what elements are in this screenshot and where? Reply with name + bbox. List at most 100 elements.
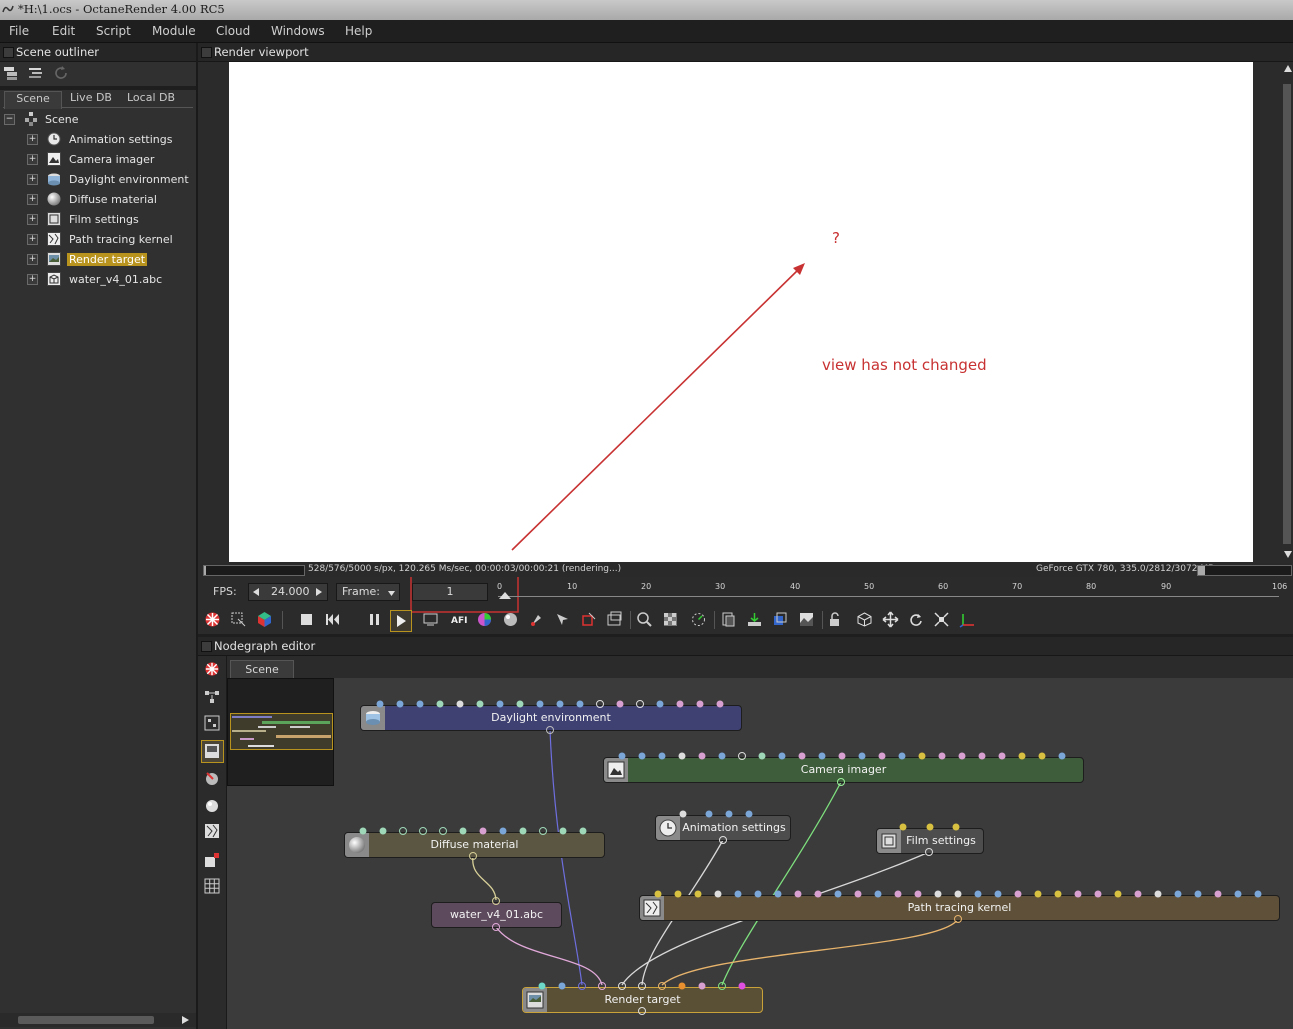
menu-help[interactable]: Help (345, 24, 372, 38)
node-camera-imager[interactable]: Camera imager (603, 757, 1084, 783)
tree-item-film-settings[interactable]: + Film settings (0, 210, 196, 230)
increment-arrow-icon[interactable] (316, 588, 323, 596)
panel-toggle-checkbox[interactable] (201, 641, 212, 652)
decrement-arrow-icon[interactable] (253, 588, 260, 596)
expand-toggle[interactable]: + (27, 274, 38, 285)
tree-item-path-tracing-kernel[interactable]: + Path tracing kernel (0, 230, 196, 250)
restart-icon[interactable] (324, 611, 341, 628)
tab-scene-graph[interactable]: Scene (230, 660, 294, 679)
expand-toggle[interactable]: + (27, 214, 38, 225)
save-render-icon[interactable] (746, 611, 763, 628)
copy-clipboard-icon[interactable] (720, 611, 737, 628)
scroll-down-icon[interactable] (1283, 550, 1293, 559)
octane-reset-icon[interactable] (204, 611, 221, 628)
octane-reset-icon[interactable] (204, 661, 220, 677)
timeline-track[interactable] (498, 596, 1279, 597)
afi-label[interactable]: AFI (451, 616, 467, 626)
node-layout-icon[interactable] (204, 689, 220, 705)
nodegraph-minimap[interactable] (227, 678, 334, 786)
node-daylight-environment[interactable]: Daylight environment (360, 705, 742, 731)
gpu-info-text: GeForce GTX 780, 335.0/2812/3072 MB (1036, 564, 1215, 574)
tree-item-render-target[interactable]: + Render target (0, 250, 196, 270)
window-title: *H:\1.ocs - OctaneRender 4.00 RC5 (18, 2, 225, 16)
render-target-icon (47, 252, 61, 266)
expand-toggle[interactable]: + (27, 154, 38, 165)
collapse-toggle[interactable]: − (4, 114, 15, 125)
node-animation-settings[interactable]: Animation settings (655, 815, 791, 841)
cube-color-icon[interactable] (256, 611, 273, 628)
panel-toggle-checkbox[interactable] (201, 47, 212, 58)
scroll-right-icon[interactable] (180, 1015, 190, 1025)
scrollbar-thumb[interactable] (18, 1016, 154, 1024)
menu-edit[interactable]: Edit (52, 24, 75, 38)
tab-scene[interactable]: Scene (4, 91, 62, 109)
object-picker-icon[interactable] (554, 611, 571, 628)
expand-toggle[interactable]: + (27, 134, 38, 145)
geometry-icon[interactable] (204, 852, 220, 868)
color-wheel-icon[interactable] (476, 611, 493, 628)
save-passes-icon[interactable] (772, 611, 789, 628)
node-render-target[interactable]: Render target (522, 987, 763, 1013)
checker-background-icon[interactable] (662, 611, 679, 628)
viewport-vscrollbar[interactable] (1282, 62, 1293, 562)
sphere-preview-icon[interactable] (502, 611, 519, 628)
expand-toggle[interactable]: + (27, 174, 38, 185)
texture-sphere-icon[interactable] (204, 797, 220, 813)
white-balance-icon[interactable] (606, 611, 623, 628)
expand-toggle[interactable]: + (27, 254, 38, 265)
menu-cloud[interactable]: Cloud (216, 24, 250, 38)
zoom-icon[interactable] (636, 611, 653, 628)
expand-all-icon[interactable] (3, 66, 19, 81)
menu-file[interactable]: File (9, 24, 29, 38)
render-window-icon[interactable] (422, 611, 439, 628)
tree-item-animation-settings[interactable]: + Animation settings (0, 130, 196, 150)
rotate-icon[interactable] (907, 611, 924, 628)
node-film-settings[interactable]: Film settings (876, 828, 984, 854)
scroll-up-icon[interactable] (1283, 64, 1293, 73)
node-path-tracing-kernel[interactable]: Path tracing kernel (639, 895, 1280, 921)
menu-module[interactable]: Module (152, 24, 196, 38)
outliner-hscrollbar[interactable] (0, 1013, 196, 1027)
node-group-icon[interactable] (204, 715, 220, 731)
pause-icon[interactable] (366, 611, 383, 628)
render-priority-icon[interactable] (690, 611, 707, 628)
render-target-filter-button[interactable] (201, 740, 224, 763)
tab-local-db[interactable]: Local DB (122, 91, 180, 108)
expand-toggle[interactable]: + (27, 194, 38, 205)
move-icon[interactable] (882, 611, 899, 628)
grid-icon[interactable] (204, 878, 220, 894)
material-picker-icon[interactable] (528, 611, 545, 628)
world-axis-icon[interactable] (959, 611, 976, 628)
timeline-playhead-icon[interactable] (499, 592, 511, 599)
tree-root-scene[interactable]: − Scene (0, 110, 196, 130)
collapse-all-icon[interactable] (28, 66, 44, 81)
refresh-icon[interactable] (54, 66, 69, 81)
frame-mode-dropdown[interactable]: Frame: (336, 583, 400, 601)
node-diffuse-material[interactable]: Diffuse material (344, 832, 605, 858)
tree-item-camera-imager[interactable]: + Camera imager (0, 150, 196, 170)
tree-item-water-abc[interactable]: + water_v4_01.abc (0, 270, 196, 290)
menu-windows[interactable]: Windows (271, 24, 325, 38)
export-image-icon[interactable] (798, 611, 815, 628)
tree-item-daylight-environment[interactable]: + Daylight environment (0, 170, 196, 190)
render-view-image[interactable] (229, 62, 1253, 562)
tab-live-db[interactable]: Live DB (64, 91, 118, 108)
panel-toggle-checkbox[interactable] (3, 47, 14, 58)
node-water-abc[interactable]: water_v4_01.abc (431, 902, 562, 928)
fps-spinbox[interactable]: 24.000 (248, 583, 328, 601)
menu-script[interactable]: Script (96, 24, 131, 38)
kernel-icon[interactable] (204, 823, 220, 839)
scrollbar-thumb[interactable] (1283, 84, 1291, 544)
wireframe-cube-icon[interactable] (856, 611, 873, 628)
region-icon[interactable] (230, 611, 247, 628)
frame-input[interactable]: 1 (412, 583, 488, 601)
tree-item-diffuse-material[interactable]: + Diffuse material (0, 190, 196, 210)
focus-picker-icon[interactable] (580, 611, 597, 628)
play-button[interactable] (390, 610, 412, 632)
scale-icon[interactable] (933, 611, 950, 628)
material-icon[interactable] (204, 770, 220, 786)
stop-icon[interactable] (298, 611, 315, 628)
expand-toggle[interactable]: + (27, 234, 38, 245)
node-label: Camera imager (800, 763, 887, 776)
lock-viewport-icon[interactable] (826, 611, 843, 628)
